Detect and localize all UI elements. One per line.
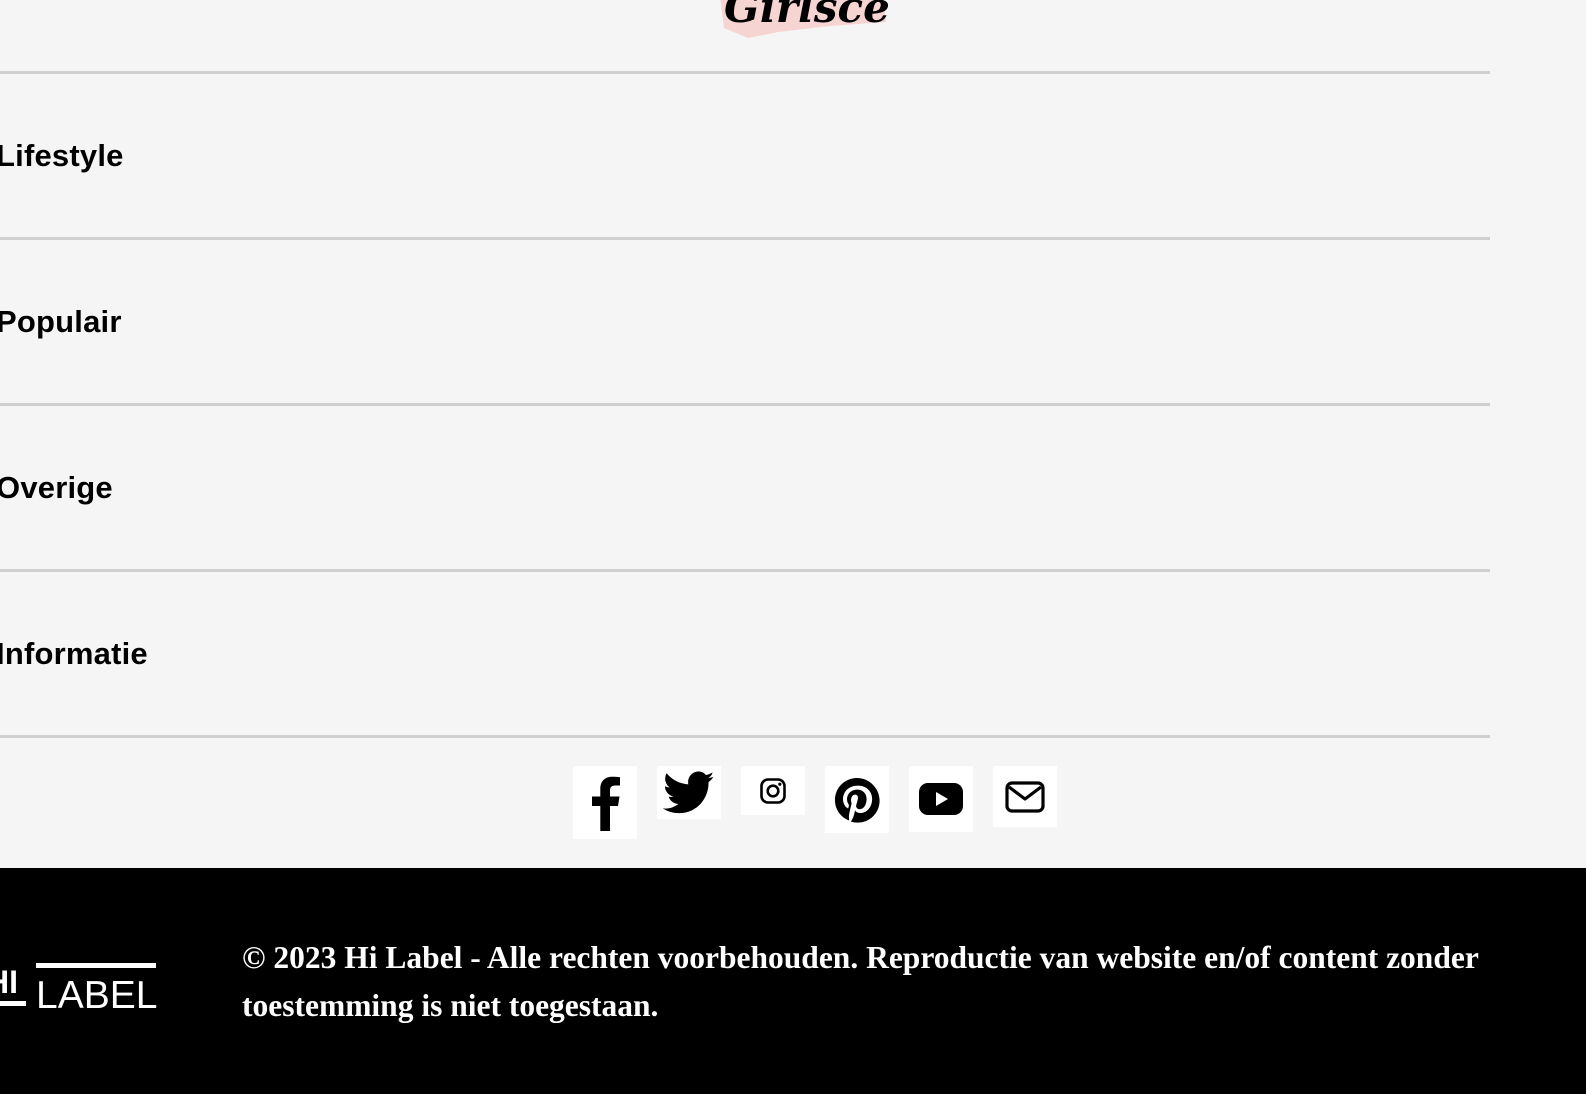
logo-text: Girlscene — [724, 0, 888, 32]
email-icon — [1005, 780, 1045, 813]
email-link[interactable] — [993, 766, 1057, 827]
accordion-item-informatie[interactable]: Informatie — [0, 569, 1490, 738]
accordion-item-overige[interactable]: Overige — [0, 403, 1490, 569]
instagram-icon — [760, 777, 786, 804]
site-logo[interactable]: Girlscene — [718, 0, 888, 40]
accordion-title: Populair — [0, 304, 122, 339]
copyright-text: © 2023 Hi Label - Alle rechten voorbehou… — [242, 940, 1479, 1023]
accordion-title: Informatie — [0, 636, 148, 671]
hi-label-logo[interactable]: HI LABEL — [0, 963, 161, 1024]
youtube-link[interactable] — [909, 766, 973, 832]
accordion-title: Lifestyle — [0, 138, 124, 173]
pinterest-icon — [834, 777, 880, 823]
pinterest-link[interactable] — [825, 766, 889, 833]
svg-text:LABEL: LABEL — [36, 974, 157, 1017]
svg-text:HI: HI — [0, 964, 18, 1000]
facebook-link[interactable] — [573, 766, 637, 839]
site-footer: HI LABEL © 2023 Hi Label - Alle rechten … — [0, 868, 1586, 1094]
accordion-item-populair[interactable]: Populair — [0, 237, 1490, 403]
accordion-item-lifestyle[interactable]: Lifestyle — [0, 71, 1490, 237]
hi-label-logo-mark: HI LABEL — [0, 963, 157, 1017]
facebook-icon — [592, 776, 620, 831]
instagram-link[interactable] — [741, 766, 805, 815]
footer-menu-accordion: Lifestyle Populair Overige Informatie — [0, 71, 1490, 738]
twitter-link[interactable] — [657, 766, 721, 819]
twitter-icon — [663, 771, 715, 813]
accordion-title: Overige — [0, 470, 113, 505]
youtube-icon — [919, 783, 963, 815]
